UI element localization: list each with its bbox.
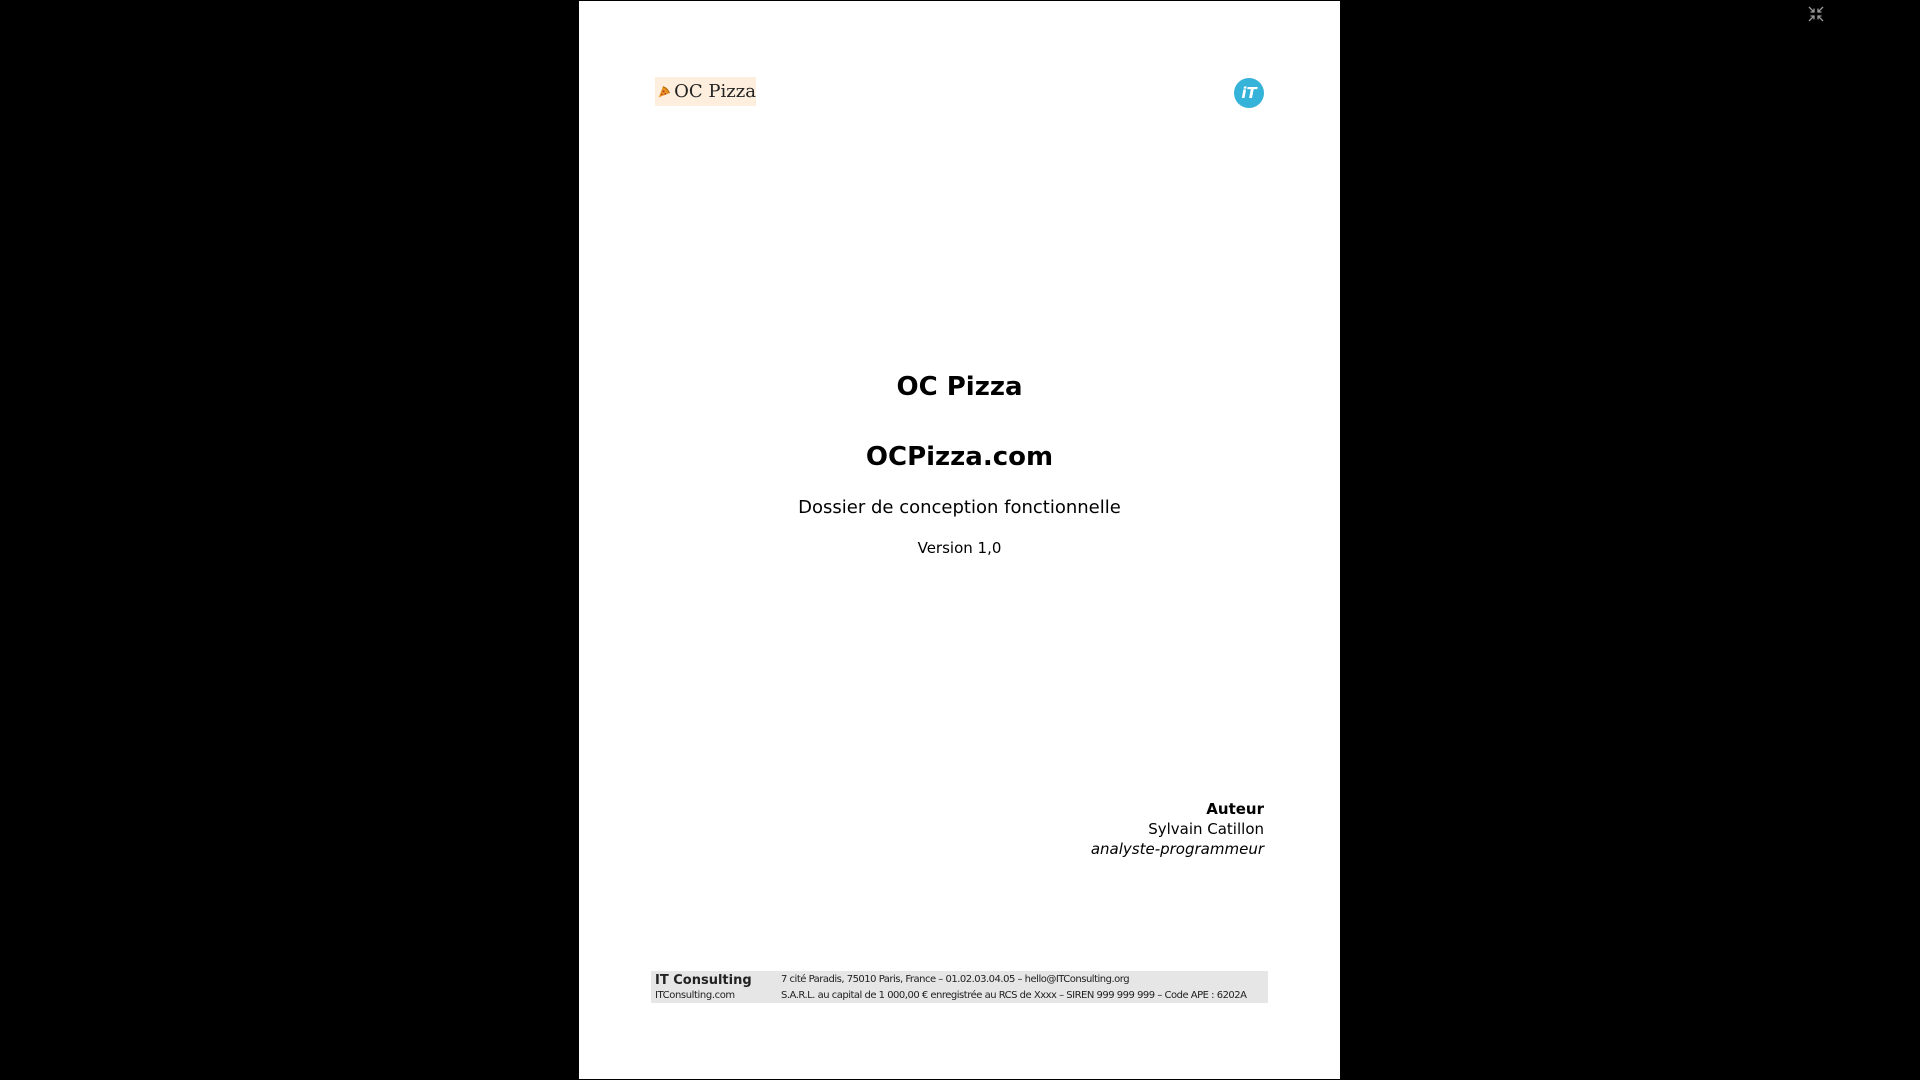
exit-fullscreen-icon xyxy=(1808,6,1824,22)
author-label: Auteur xyxy=(1206,800,1264,818)
oc-pizza-logo: OC Pizza xyxy=(655,77,756,106)
author-role: analyste-programmeur xyxy=(1090,840,1264,858)
footer-legal: S.A.R.L. au capital de 1 000,00 € enregi… xyxy=(781,990,1247,1001)
client-title: OC Pizza xyxy=(896,372,1023,402)
oc-pizza-logo-text: OC Pizza xyxy=(674,81,756,102)
version-label: Version 1,0 xyxy=(917,539,1002,557)
it-logo-text: iT xyxy=(1241,84,1257,102)
document-page: OC Pizza iT OC Pizza OCPizza.com Dossier… xyxy=(579,1,1340,1079)
footer-band: IT Consulting ITConsulting.com 7 cité Pa… xyxy=(651,971,1268,1003)
author-block: Auteur Sylvain Catillon analyste-program… xyxy=(1091,799,1264,859)
exit-fullscreen-button[interactable] xyxy=(1806,4,1826,24)
footer-company: IT Consulting xyxy=(655,973,752,988)
pizza-slice-icon xyxy=(658,85,671,97)
document-title: Dossier de conception fonctionnelle xyxy=(798,497,1121,518)
footer-address: 7 cité Paradis, 75010 Paris, France – 01… xyxy=(781,974,1130,985)
author-name: Sylvain Catillon xyxy=(1148,820,1264,838)
it-consulting-logo: iT xyxy=(1234,78,1264,108)
footer-website: ITConsulting.com xyxy=(655,990,735,1001)
project-title: OCPizza.com xyxy=(865,442,1054,472)
